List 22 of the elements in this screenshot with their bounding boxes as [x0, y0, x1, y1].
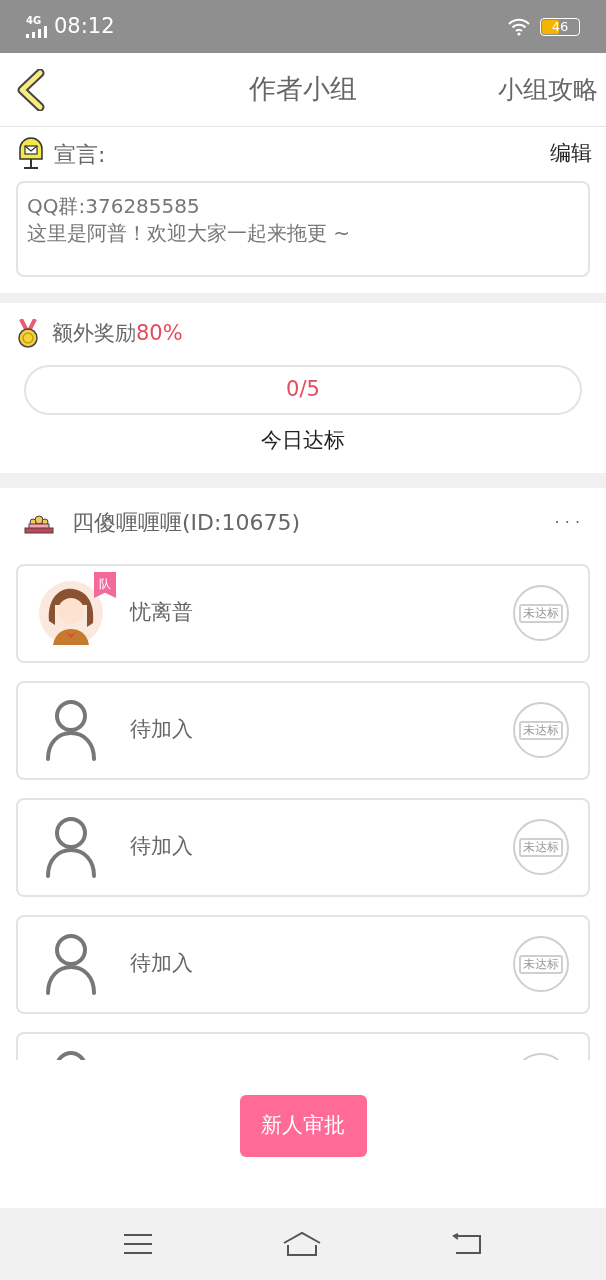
manifesto-label: 宣言:: [54, 140, 106, 169]
progress-label: 0/5: [286, 376, 320, 404]
manifesto-text: QQ群:376285585: [27, 193, 201, 220]
wifi-icon: [508, 17, 530, 36]
group-name: 四傻喱喱喱(ID:10675): [72, 509, 300, 537]
network-label: 4G: [26, 15, 42, 26]
page-title: 作者小组: [249, 72, 357, 107]
clock: 08:12: [54, 12, 115, 40]
leader-badge: 队: [94, 572, 116, 598]
more-button[interactable]: · · ·: [554, 510, 580, 535]
signal-icon: [26, 25, 50, 38]
member-name: 忧离普: [130, 599, 193, 627]
bonus-label: 额外奖励80%: [52, 320, 183, 348]
member-name: 待加入: [130, 833, 193, 861]
member-name: 待加入: [130, 950, 193, 978]
mailbox-icon: [16, 137, 46, 171]
medal-icon: [16, 319, 40, 349]
member-name: 待加入: [130, 716, 193, 744]
guide-link[interactable]: 小组攻略: [498, 70, 598, 109]
edit-link[interactable]: 编辑: [550, 138, 592, 170]
progress-caption: 今日达标: [261, 427, 345, 454]
manifesto-text: 这里是阿普！欢迎大家一起来拖更 ~: [27, 220, 352, 247]
